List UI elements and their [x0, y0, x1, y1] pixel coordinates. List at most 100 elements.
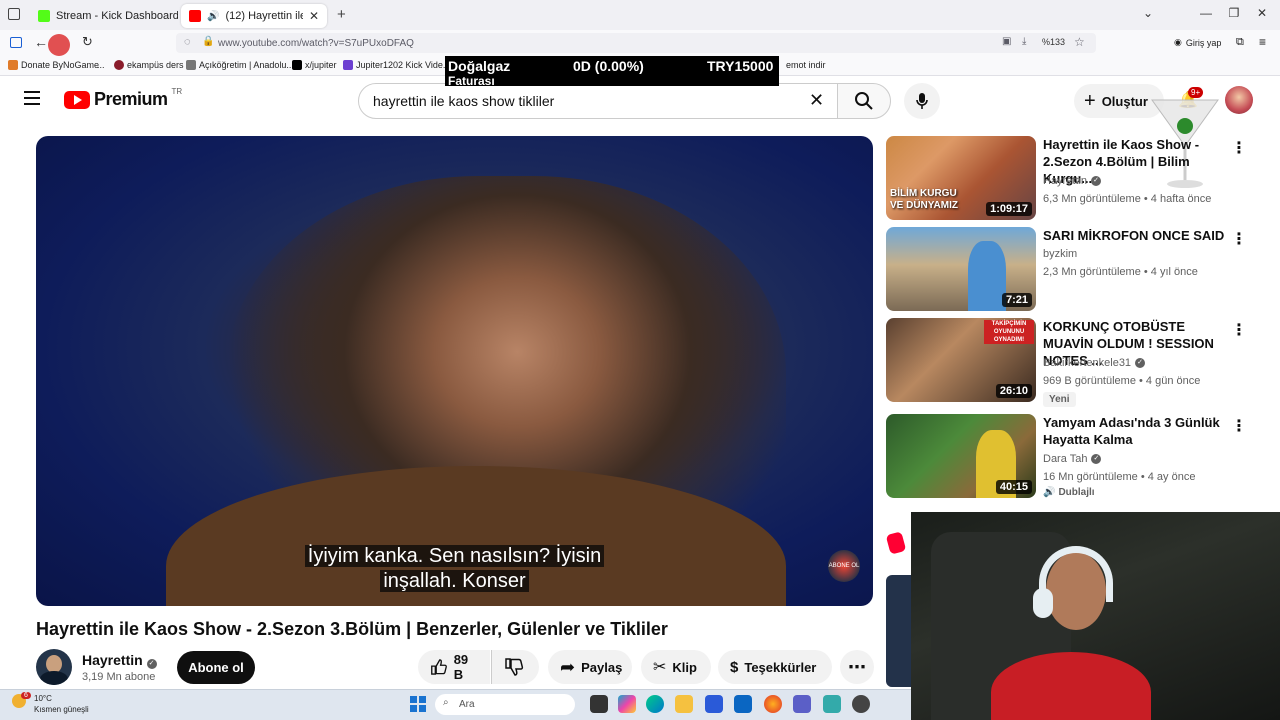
back-arrow-icon[interactable]: ←: [34, 34, 48, 50]
chevron-down-icon[interactable]: ⌄: [1138, 6, 1158, 20]
firefox-icon[interactable]: [764, 695, 782, 713]
scissors-icon: ✂: [653, 659, 667, 676]
video-duration: 1:09:17: [986, 202, 1032, 216]
file-explorer-icon[interactable]: [675, 695, 693, 713]
bookmark-jupiter-kick[interactable]: Jupiter1202 Kick Vide...: [343, 60, 450, 70]
recommendation-item[interactable]: BİLİM KURGU VE DÜNYAMIZ 1:09:17 Hayretti…: [886, 136, 1276, 222]
bookmark-ekampus[interactable]: ekampüs ders: [114, 60, 184, 70]
edge-icon[interactable]: [646, 695, 664, 713]
gas-price-overlay: Doğalgaz Faturası 0D (0.00%) TRY15000: [445, 56, 779, 86]
app-icon[interactable]: [852, 695, 870, 713]
channel-name[interactable]: Bakirkertenkele31 ✓: [1043, 357, 1146, 369]
minimize-button[interactable]: —: [1196, 6, 1216, 20]
taskbar-search-input[interactable]: ⌕ Ara: [435, 694, 575, 715]
new-tab-button[interactable]: +: [337, 6, 346, 23]
share-button[interactable]: ➦ Paylaş: [548, 650, 632, 684]
channel-name[interactable]: Hayrettin ✓: [82, 652, 157, 669]
bookmark-label: ekampüs ders: [127, 60, 184, 70]
tab-label: Stream - Kick Dashboard: [56, 10, 178, 22]
reload-icon[interactable]: ↻: [82, 34, 93, 50]
logo-text: Premium: [94, 89, 168, 109]
bookmark-x-jupiter[interactable]: x/jupiter: [292, 60, 337, 70]
url-text: www.youtube.com/watch?v=S7uPUxoDFAQ: [218, 37, 414, 49]
tab-kick-dashboard[interactable]: Stream - Kick Dashboard ✕: [30, 4, 178, 28]
video-player[interactable]: İyiyim kanka. Sen nasılsın? İyisin inşal…: [36, 136, 873, 606]
more-vertical-icon[interactable]: ⋮: [1231, 138, 1247, 158]
extensions-icon[interactable]: ⧉: [1236, 36, 1244, 49]
close-icon[interactable]: ✕: [309, 9, 319, 23]
webcam-person-body: [991, 652, 1151, 720]
search-placeholder: Ara: [459, 699, 475, 710]
shorts-icon[interactable]: [885, 531, 907, 555]
share-label: Paylaş: [581, 659, 623, 675]
channel-name-text: Hayrettin: [82, 652, 143, 668]
voice-search-button[interactable]: [904, 83, 940, 119]
thanks-icon: $: [730, 658, 739, 676]
channel-name[interactable]: Hayrettin ✓: [1043, 175, 1102, 187]
task-view-icon[interactable]: [590, 695, 608, 713]
subscribe-button[interactable]: Abone ol: [177, 651, 255, 684]
address-bar[interactable]: ◌ 🔒 www.youtube.com/watch?v=S7uPUxoDFAQ …: [176, 33, 1096, 53]
bookmark-bynogame[interactable]: Donate ByNoGame: [8, 60, 99, 70]
network-icon[interactable]: [823, 695, 841, 713]
clip-button[interactable]: ✂ Klip: [641, 650, 711, 684]
more-vertical-icon[interactable]: ⋮: [1231, 416, 1247, 436]
video-title[interactable]: SARI MİKROFON ONCE SAID: [1043, 227, 1233, 244]
recommendation-item[interactable]: 40:15 Yamyam Adası'nda 3 Günlük Hayatta …: [886, 414, 1276, 500]
dubbed-label: Dublajlı: [1058, 487, 1095, 498]
bookmark-acikogretim[interactable]: Açıköğretim | Anadolu...: [186, 60, 294, 70]
channel-name[interactable]: Dara Tah ✓: [1043, 453, 1102, 465]
search-button[interactable]: [837, 83, 891, 119]
avatar[interactable]: [1225, 86, 1253, 114]
account-button[interactable]: ◉ Giriş yap: [1174, 37, 1221, 48]
x-icon: [292, 60, 302, 70]
bookmark-emot[interactable]: emot indir: [786, 60, 826, 70]
channel-avatar[interactable]: [36, 649, 72, 685]
window-close-button[interactable]: ✕: [1252, 6, 1272, 20]
store-icon[interactable]: [705, 695, 723, 713]
sidebar-toggle-icon[interactable]: [10, 37, 22, 48]
video-thumbnail[interactable]: TAKİPÇİMİN OYUNUNU OYNADIM! 26:10: [886, 318, 1036, 402]
more-vertical-icon[interactable]: ⋮: [1231, 229, 1247, 249]
verified-icon: ✓: [146, 659, 157, 669]
video-subtitle: İyiyim kanka. Sen nasılsın? İyisin inşal…: [36, 544, 873, 594]
speaker-icon[interactable]: 🔊: [207, 11, 219, 22]
video-thumbnail[interactable]: BİLİM KURGU VE DÜNYAMIZ 1:09:17: [886, 136, 1036, 220]
start-button[interactable]: [410, 696, 426, 712]
copilot-icon[interactable]: [618, 695, 636, 713]
tab-list-icon[interactable]: [8, 8, 20, 20]
tab-youtube-video[interactable]: 🔊 (12) Hayrettin ile Kaos Show ✕: [181, 4, 327, 28]
gas-change: 0D (0.00%): [573, 58, 644, 74]
shorts-thumbnail-strip[interactable]: [886, 575, 911, 687]
recommendation-item[interactable]: 7:21 SARI MİKROFON ONCE SAID byzkim 2,3 …: [886, 227, 1276, 313]
like-count: 89 B: [453, 652, 469, 682]
recommendation-item[interactable]: TAKİPÇİMİN OYUNUNU OYNADIM! 26:10 KORKUN…: [886, 318, 1276, 407]
like-button[interactable]: 89 B: [418, 650, 490, 684]
channel-watermark[interactable]: ABONE OL: [828, 550, 860, 582]
video-title[interactable]: Yamyam Adası'nda 3 Günlük Hayatta Kalma: [1043, 414, 1233, 448]
hamburger-menu-icon[interactable]: [24, 91, 40, 105]
gas-label: Doğalgaz: [448, 58, 511, 74]
star-icon[interactable]: ☆: [1074, 35, 1085, 49]
search-input[interactable]: hayrettin ile kaos show tikliler ✕: [358, 83, 838, 119]
more-vertical-icon[interactable]: ⋮: [1231, 320, 1247, 340]
thanks-button[interactable]: $ Teşekkürler: [718, 650, 832, 684]
download-icon[interactable]: ⤓: [1022, 36, 1026, 47]
video-thumbnail[interactable]: 40:15: [886, 414, 1036, 498]
bookmark-more[interactable]: ...: [97, 60, 105, 70]
zoom-level[interactable]: %133: [1042, 37, 1065, 47]
thumbs-up-icon: [431, 659, 447, 675]
video-thumbnail[interactable]: 7:21: [886, 227, 1036, 311]
mail-icon[interactable]: [734, 695, 752, 713]
dislike-button[interactable]: [491, 650, 539, 684]
more-actions-button[interactable]: ⋯: [840, 650, 874, 684]
search-icon: ⌕: [443, 697, 449, 708]
maximize-button[interactable]: ❐: [1224, 6, 1244, 20]
youtube-logo[interactable]: Premium TR: [64, 87, 182, 110]
watermark-label: ABONE OL: [828, 563, 860, 569]
channel-name[interactable]: byzkim: [1043, 248, 1077, 260]
clear-search-icon[interactable]: ✕: [809, 90, 824, 111]
menu-icon[interactable]: ≡: [1259, 35, 1266, 49]
teams-icon[interactable]: [793, 695, 811, 713]
reader-view-icon[interactable]: ▣: [1002, 36, 1011, 47]
